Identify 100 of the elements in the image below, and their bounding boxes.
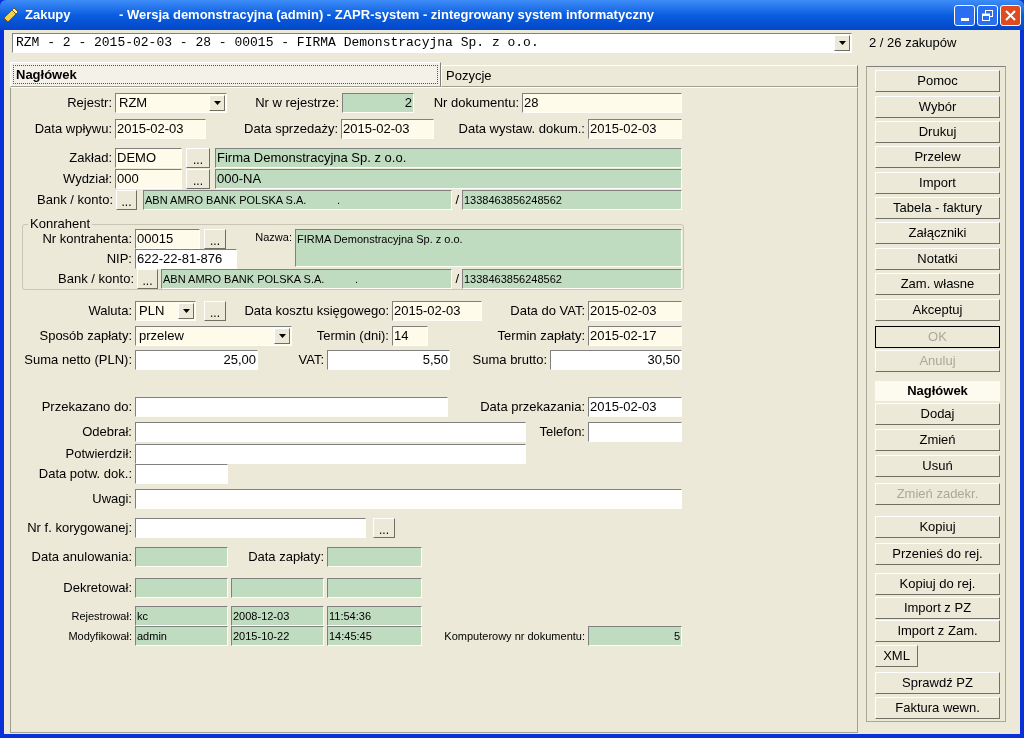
readonly-field: ABN AMRO BANK POLSKA S.A. . bbox=[143, 190, 452, 210]
action-button[interactable]: Notatki bbox=[875, 248, 1000, 270]
text-field[interactable] bbox=[135, 518, 366, 538]
field-label: NIP: bbox=[105, 250, 133, 269]
readonly-field: 14:45:45 bbox=[327, 626, 422, 646]
browse-button[interactable]: ... bbox=[204, 301, 226, 321]
text-field[interactable] bbox=[135, 489, 682, 509]
action-button[interactable]: Wybór bbox=[875, 96, 1000, 118]
action-button[interactable]: Kopiuj do rej. bbox=[875, 573, 1000, 595]
text-field[interactable] bbox=[135, 464, 228, 484]
minimize-button[interactable] bbox=[954, 4, 975, 26]
text-field[interactable]: 28 bbox=[522, 93, 682, 113]
text-field[interactable] bbox=[588, 422, 682, 442]
caret-down-icon bbox=[278, 334, 286, 338]
action-button[interactable]: Faktura wewn. bbox=[875, 697, 1000, 719]
action-button[interactable]: Przenieś do rej. bbox=[875, 543, 1000, 565]
action-button[interactable]: Zam. własne bbox=[875, 273, 1000, 295]
text-field[interactable]: 2015-02-03 bbox=[341, 119, 434, 139]
readonly-field: 1338463856248562 bbox=[462, 190, 682, 210]
restore-button[interactable] bbox=[977, 4, 998, 26]
caret-down-icon bbox=[182, 309, 190, 313]
action-button[interactable]: Import z Zam. bbox=[875, 620, 1000, 642]
field-label: Dekretował: bbox=[62, 579, 133, 598]
action-button[interactable]: Dodaj bbox=[875, 403, 1000, 425]
restore-icon bbox=[982, 9, 993, 21]
field-label: Zakład: bbox=[68, 149, 113, 168]
text-field[interactable]: 30,50 bbox=[550, 350, 682, 370]
field-label: Nr w rejestrze: bbox=[254, 94, 340, 113]
tab[interactable]: Pozycje bbox=[441, 65, 858, 87]
field-label: Data wpływu: bbox=[33, 120, 113, 139]
dropdown-button[interactable] bbox=[178, 303, 194, 319]
field-label: Nazwa: bbox=[254, 230, 293, 245]
action-button[interactable]: Zmień bbox=[875, 429, 1000, 451]
text-field[interactable]: 622-22-81-876 bbox=[135, 249, 237, 269]
field-label: Data kosztu księgowego: bbox=[243, 302, 390, 321]
text-field[interactable]: 2015-02-17 bbox=[588, 326, 682, 346]
browse-button[interactable]: ... bbox=[373, 518, 395, 538]
field-label: Potwierdził: bbox=[64, 445, 133, 464]
field-label: Suma brutto: bbox=[471, 351, 548, 370]
field-label: Data anulowania: bbox=[30, 548, 133, 567]
combo-box[interactable]: PLN bbox=[135, 301, 196, 321]
tab[interactable]: Nagłówek bbox=[10, 62, 441, 87]
browse-button[interactable]: ... bbox=[186, 148, 210, 168]
section-heading: Nagłówek bbox=[875, 381, 1000, 401]
readonly-field: Firma Demonstracyjna Sp. z o.o. bbox=[215, 148, 682, 168]
field-label: Rejestrował: bbox=[70, 608, 133, 624]
text-field[interactable]: 25,00 bbox=[135, 350, 258, 370]
action-button[interactable]: Import bbox=[875, 172, 1000, 194]
browse-button[interactable]: ... bbox=[186, 169, 210, 189]
caret-down-icon bbox=[213, 101, 221, 105]
close-button[interactable] bbox=[1000, 4, 1021, 26]
action-button[interactable]: Akceptuj bbox=[875, 299, 1000, 321]
action-button[interactable]: Przelew bbox=[875, 146, 1000, 168]
field-label: Suma netto (PLN): bbox=[23, 351, 133, 370]
text-field[interactable] bbox=[135, 444, 526, 464]
action-button[interactable]: Pomoc bbox=[875, 70, 1000, 92]
text-field[interactable]: 2015-02-03 bbox=[588, 301, 682, 321]
text-field[interactable]: 000 bbox=[115, 169, 182, 189]
text-field[interactable]: 00015 bbox=[135, 229, 200, 249]
record-dropdown[interactable]: RZM - 2 - 2015-02-03 - 28 - 00015 - FIRMA Demonstracyjna Sp. z o.o. bbox=[12, 33, 852, 53]
combo-box[interactable]: przelew bbox=[135, 326, 292, 346]
text-field[interactable]: DEMO bbox=[115, 148, 182, 168]
text-field[interactable] bbox=[135, 397, 448, 417]
field-label: Uwagi: bbox=[91, 490, 133, 509]
text-field[interactable]: 2015-02-03 bbox=[588, 397, 682, 417]
action-button[interactable]: Sprawdź PZ bbox=[875, 672, 1000, 694]
action-button[interactable]: Import z PZ bbox=[875, 597, 1000, 619]
field-label: Wydział: bbox=[62, 170, 113, 189]
action-button[interactable]: Załączniki bbox=[875, 222, 1000, 244]
browse-button[interactable]: ... bbox=[204, 229, 226, 249]
dropdown-button[interactable] bbox=[209, 95, 225, 111]
action-button[interactable]: Tabela - faktury bbox=[875, 197, 1000, 219]
field-label: Data potw. dok.: bbox=[37, 465, 133, 484]
action-button[interactable]: XML bbox=[875, 645, 918, 667]
field-label: / bbox=[454, 191, 460, 210]
action-button[interactable]: Usuń bbox=[875, 455, 1000, 477]
readonly-field: 2 bbox=[342, 93, 414, 113]
readonly-field: 2015-10-22 bbox=[231, 626, 324, 646]
text-field[interactable]: 5,50 bbox=[327, 350, 450, 370]
field-label: Odebrał: bbox=[81, 423, 133, 442]
name-field: FIRMA Demonstracyjna Sp. z o.o. bbox=[295, 229, 682, 267]
action-button[interactable]: Kopiuj bbox=[875, 516, 1000, 538]
browse-button[interactable]: ... bbox=[116, 190, 137, 210]
text-field[interactable] bbox=[135, 422, 526, 442]
text-field[interactable]: 2015-02-03 bbox=[588, 119, 682, 139]
dropdown-button[interactable] bbox=[274, 328, 290, 344]
readonly-field: kc bbox=[135, 606, 228, 626]
field-label: Termin (dni): bbox=[315, 327, 390, 346]
readonly-field: 1338463856248562 bbox=[462, 269, 682, 289]
field-label: / bbox=[454, 270, 460, 289]
action-button[interactable]: Drukuj bbox=[875, 121, 1000, 143]
window-subtitle: - Wersja demonstracyjna (admin) - ZAPR-system - zintegrowany system informatyczny bbox=[119, 6, 655, 25]
text-field[interactable]: 2015-02-03 bbox=[115, 119, 206, 139]
browse-button[interactable]: ... bbox=[137, 269, 158, 289]
field-label: Modyfikował: bbox=[67, 628, 133, 644]
text-field[interactable]: 14 bbox=[392, 326, 428, 346]
dropdown-button[interactable] bbox=[834, 35, 850, 51]
text-field[interactable]: 2015-02-03 bbox=[392, 301, 482, 321]
field-label: Bank / konto: bbox=[36, 191, 114, 210]
combo-box[interactable]: RZM bbox=[115, 93, 227, 113]
